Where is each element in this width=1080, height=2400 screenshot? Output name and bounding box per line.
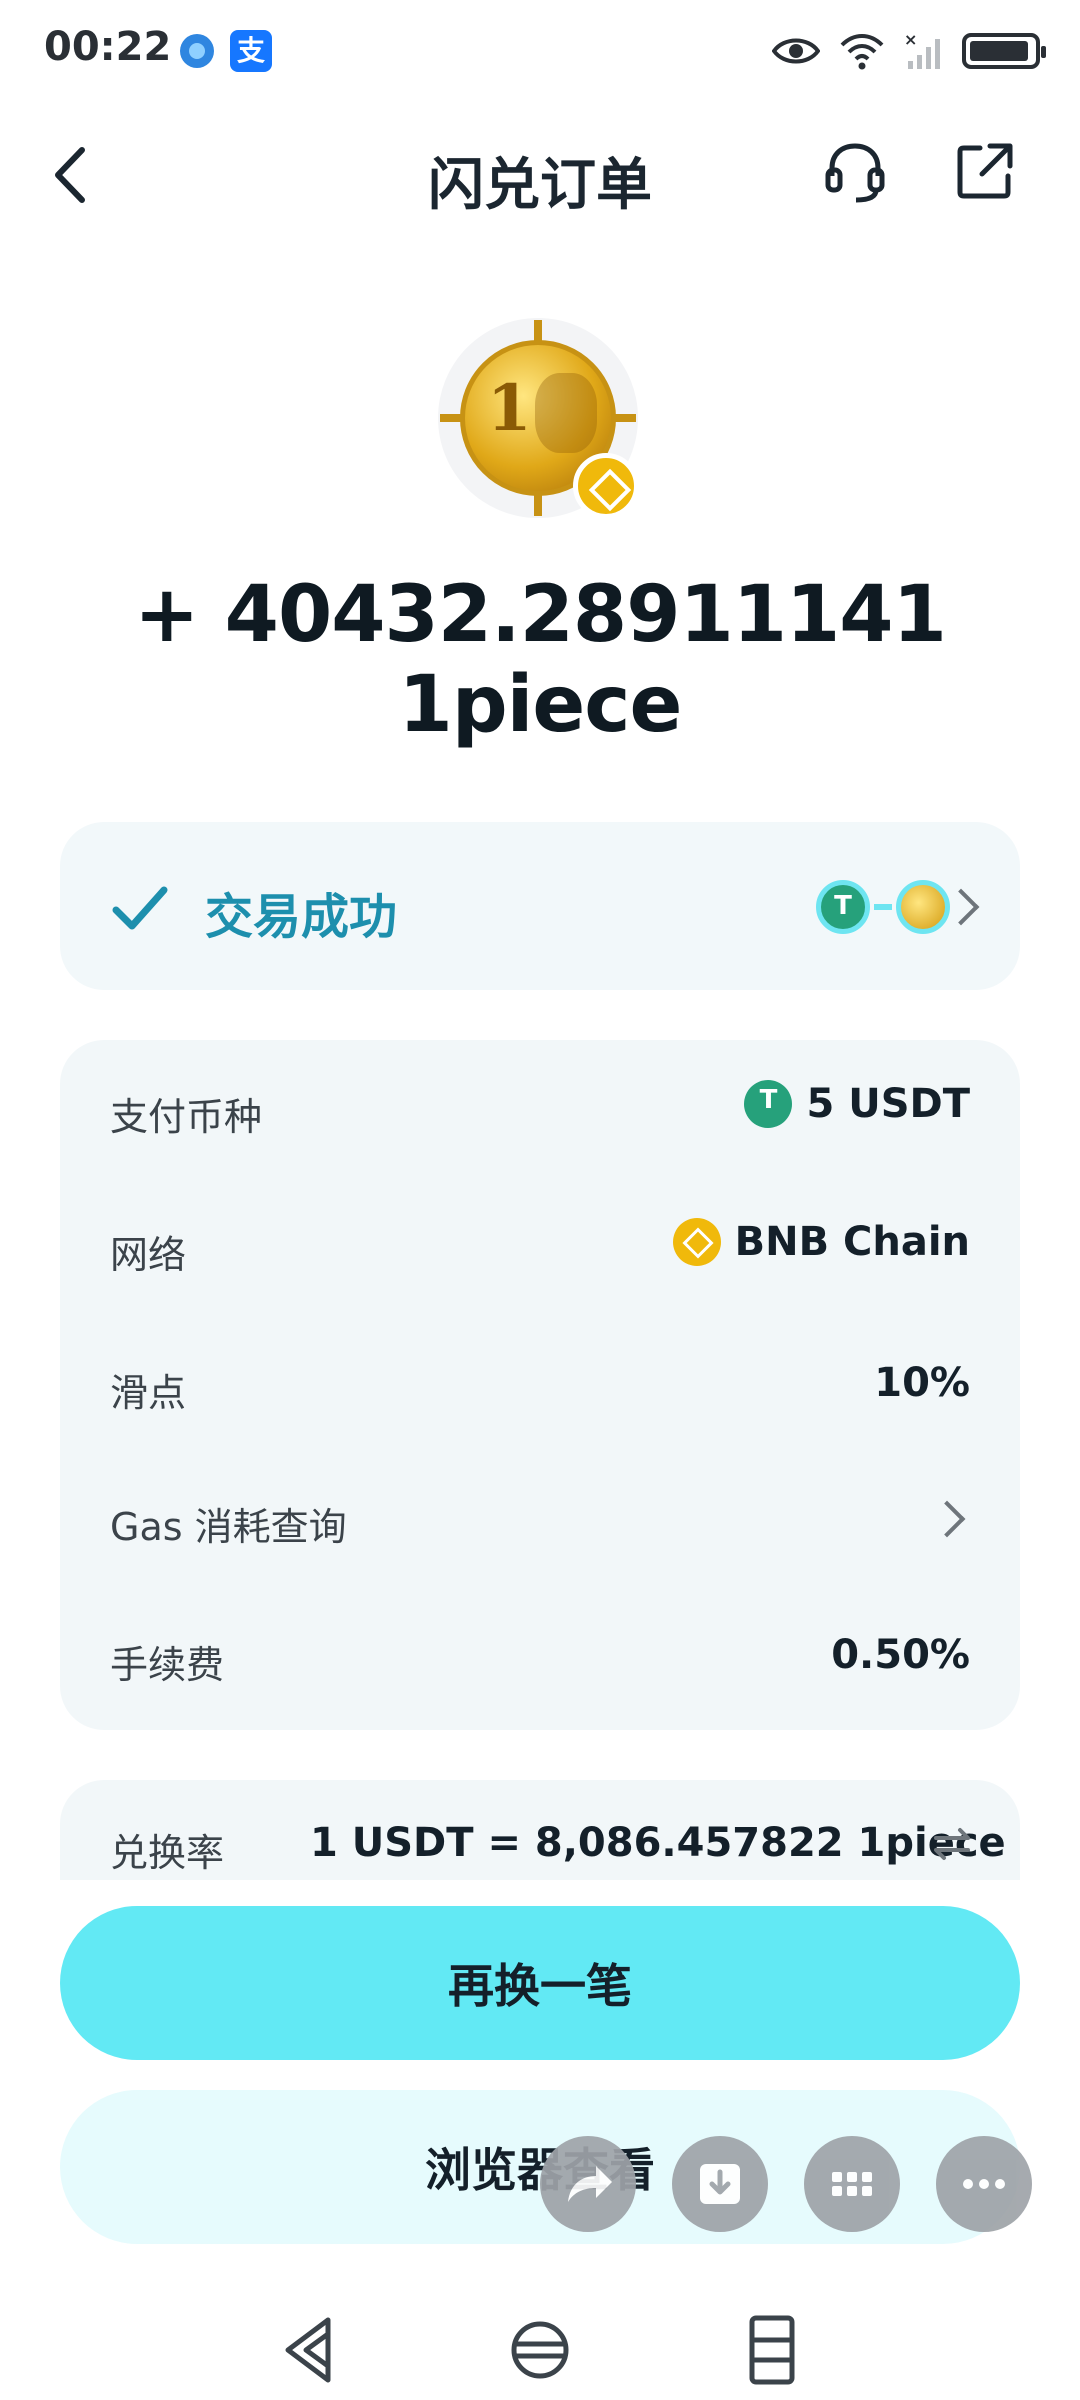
page-title: 闪兑订单 (428, 153, 652, 218)
swap-pair (816, 880, 950, 934)
battery-icon (962, 33, 1046, 69)
detail-label: 网络 (110, 1233, 187, 1277)
chevron-right-icon (928, 1500, 966, 1538)
token-logo: 1 (438, 318, 639, 519)
signal-icon: × (904, 31, 940, 69)
detail-row-fee: 手续费 0.50% (110, 1618, 970, 1698)
nav-home-icon[interactable] (508, 2314, 572, 2386)
detail-value: BNB Chain (734, 1219, 970, 1265)
usdt-icon (744, 1080, 793, 1128)
svg-text:×: × (904, 31, 917, 49)
check-icon (112, 886, 168, 930)
swap-again-button[interactable]: 再换一笔 (60, 1906, 1020, 2060)
rate-value: 1 USDT = 8,086.457822 1piece (310, 1820, 1006, 1866)
share-icon[interactable] (950, 136, 1020, 206)
detail-label: Gas 消耗查询 (110, 1505, 347, 1549)
nav-recents-icon[interactable] (744, 2314, 800, 2386)
eye-icon (772, 38, 820, 64)
wifi-icon (840, 34, 884, 70)
browser-icon (180, 34, 214, 68)
received-amount: + 40432.28911141 1piece (134, 570, 947, 750)
more-dots-icon (963, 2179, 1005, 2189)
status-label: 交易成功 (205, 889, 398, 945)
order-details-card: 支付币种 5 USDT 网络 BNB Chain 滑点 10% Gas 消耗查询… (60, 1040, 1020, 1730)
detail-row-payment-currency: 支付币种 5 USDT (110, 1070, 970, 1150)
header: 闪兑订单 (0, 110, 1080, 240)
detail-label: 支付币种 (110, 1095, 263, 1139)
nav-back-icon[interactable] (280, 2314, 336, 2386)
status-bar: 00:22 支 × (0, 0, 1080, 100)
more-button[interactable] (936, 2136, 1032, 2232)
exchange-rate-card: 兑换率 1 USDT = 8,086.457822 1piece (60, 1780, 1020, 1880)
download-icon (700, 2164, 740, 2204)
usdt-icon (816, 880, 870, 934)
apps-grid-button[interactable] (804, 2136, 900, 2232)
download-button[interactable] (672, 2136, 768, 2232)
grid-icon (832, 2172, 872, 2196)
system-nav-bar (0, 2300, 1080, 2400)
swap-rate-icon[interactable] (928, 1820, 976, 1868)
forward-button[interactable] (540, 2136, 636, 2232)
detail-row-network: 网络 BNB Chain (110, 1208, 970, 1288)
bnb-icon (573, 453, 639, 519)
detail-value: 5 USDT (806, 1081, 970, 1127)
detail-value: 0.50% (831, 1632, 970, 1678)
headset-icon[interactable] (820, 136, 890, 206)
detail-row-slippage: 滑点 10% (110, 1346, 970, 1426)
detail-label: 手续费 (110, 1643, 225, 1687)
alipay-icon: 支 (230, 30, 272, 72)
detail-row-gas-query[interactable]: Gas 消耗查询 (110, 1480, 970, 1560)
transaction-status-card[interactable]: 交易成功 (60, 822, 1020, 990)
rate-label: 兑换率 (110, 1831, 225, 1875)
bnb-icon (672, 1218, 721, 1266)
detail-label: 滑点 (110, 1371, 187, 1415)
status-icons: × (772, 26, 1046, 76)
status-time: 00:22 (44, 24, 172, 70)
detail-value: 10% (874, 1360, 970, 1406)
forward-icon (568, 2166, 612, 2202)
